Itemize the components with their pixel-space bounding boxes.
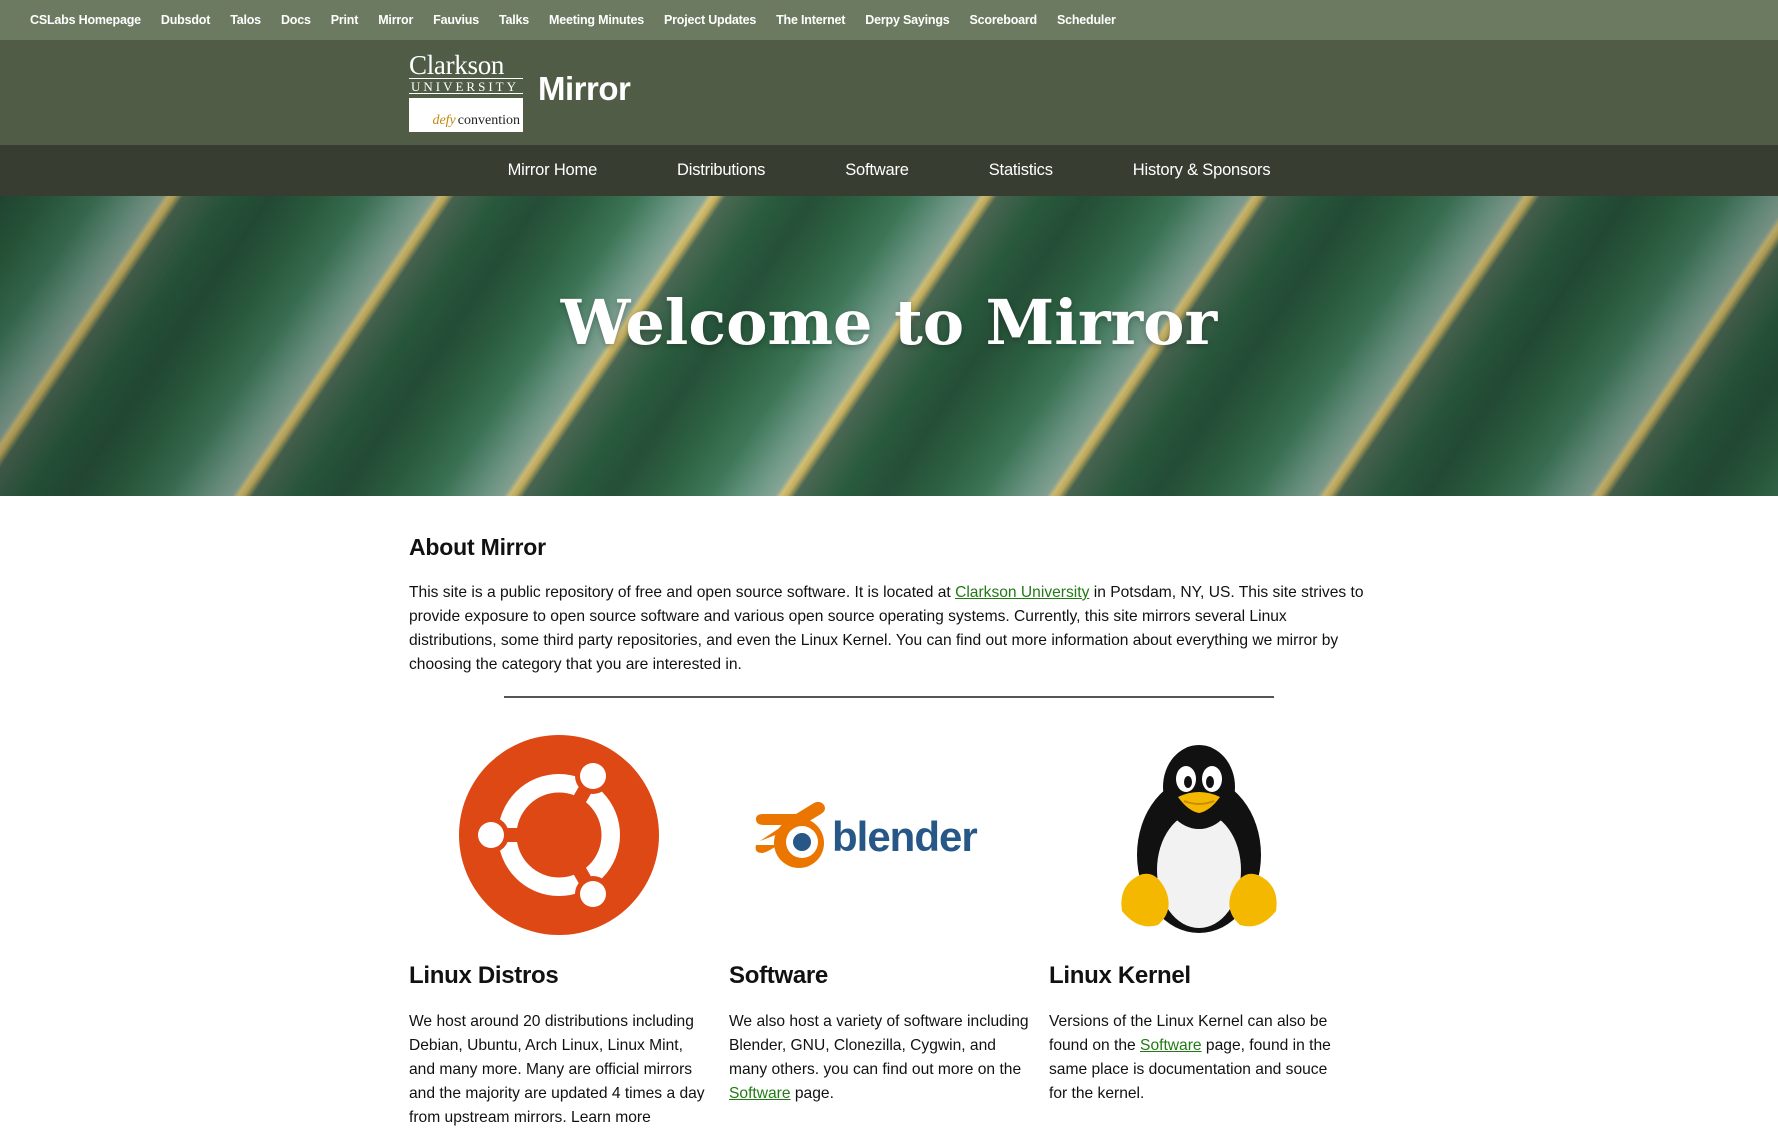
topbar-link-print[interactable]: Print — [331, 13, 359, 27]
logo-tagline: defy convention — [409, 98, 523, 132]
topbar-link-talks[interactable]: Talks — [499, 13, 529, 27]
software-page-link[interactable]: Software — [729, 1085, 791, 1102]
logo-university: UNIVERSITY — [409, 78, 523, 94]
card-software-text-2: page. — [790, 1085, 834, 1102]
clarkson-university-logo[interactable]: Clarkson UNIVERSITY defy convention — [409, 52, 523, 132]
card-text-linux-distros: We host around 20 distributions includin… — [409, 1013, 705, 1126]
card-linux-distros: Linux Distros We host around 20 distribu… — [409, 730, 729, 1130]
card-text-linux-kernel: Versions of the Linux Kernel can also be… — [1049, 1010, 1349, 1106]
kernel-software-page-link[interactable]: Software — [1140, 1037, 1202, 1054]
hero-heading: Welcome to Mirror — [560, 286, 1218, 359]
card-software-text-1: We also host a variety of software inclu… — [729, 1013, 1029, 1078]
nav-history-sponsors[interactable]: History & Sponsors — [1133, 161, 1271, 179]
main-content: About Mirror This site is a public repos… — [409, 534, 1369, 1126]
topbar-link-cslabs-homepage[interactable]: CSLabs Homepage — [30, 13, 141, 27]
topbar-link-project-updates[interactable]: Project Updates — [664, 13, 756, 27]
ubuntu-logo-icon[interactable] — [409, 730, 709, 940]
blender-logo-text: blender — [832, 813, 977, 860]
nav-distributions[interactable]: Distributions — [677, 161, 765, 179]
logo-name: Clarkson — [409, 50, 505, 80]
tux-penguin-icon[interactable] — [1049, 730, 1349, 940]
card-title-software: Software — [729, 962, 828, 989]
topbar-link-scoreboard[interactable]: Scoreboard — [970, 13, 1038, 27]
topbar-link-talos[interactable]: Talos — [230, 13, 261, 27]
top-utility-bar: CSLabs Homepage Dubsdot Talos Docs Print… — [0, 0, 1778, 40]
about-title: About Mirror — [409, 534, 546, 560]
topbar-link-dubsdot[interactable]: Dubsdot — [161, 13, 210, 27]
about-text: This site is a public repository of free… — [409, 581, 1369, 677]
section-divider — [504, 696, 1274, 698]
topbar-link-scheduler[interactable]: Scheduler — [1057, 13, 1116, 27]
nav-statistics[interactable]: Statistics — [989, 161, 1053, 179]
site-header: Clarkson UNIVERSITY defy convention Mirr… — [0, 40, 1778, 145]
logo-tagline-convention: convention — [457, 113, 520, 128]
clarkson-university-link[interactable]: Clarkson University — [955, 584, 1089, 601]
card-title-linux-distros: Linux Distros — [409, 962, 559, 989]
card-linux-kernel: Linux Kernel Versions of the Linux Kerne… — [1049, 730, 1369, 1130]
topbar-link-mirror[interactable]: Mirror — [378, 13, 413, 27]
logo-tagline-defy: defy — [432, 113, 456, 128]
card-software: blender Software We also host a variety … — [729, 730, 1049, 1130]
main-navigation: Mirror Home Distributions Software Stati… — [0, 145, 1778, 196]
nav-mirror-home[interactable]: Mirror Home — [508, 161, 598, 179]
site-title[interactable]: Mirror — [538, 70, 631, 108]
nav-software[interactable]: Software — [845, 161, 909, 179]
about-text-part-1: This site is a public repository of free… — [409, 584, 956, 601]
topbar-link-meeting-minutes[interactable]: Meeting Minutes — [549, 13, 644, 27]
topbar-link-fauvius[interactable]: Fauvius — [433, 13, 479, 27]
topbar-link-docs[interactable]: Docs — [281, 13, 311, 27]
hero-banner: Welcome to Mirror — [0, 196, 1778, 496]
card-title-linux-kernel: Linux Kernel — [1049, 962, 1191, 989]
blender-logo-icon[interactable]: blender — [729, 730, 1029, 940]
topbar-link-the-internet[interactable]: The Internet — [776, 13, 845, 27]
topbar-link-derpy-sayings[interactable]: Derpy Sayings — [865, 13, 949, 27]
card-text-software: We also host a variety of software inclu… — [729, 1010, 1029, 1106]
category-cards: Linux Distros We host around 20 distribu… — [409, 730, 1369, 1130]
